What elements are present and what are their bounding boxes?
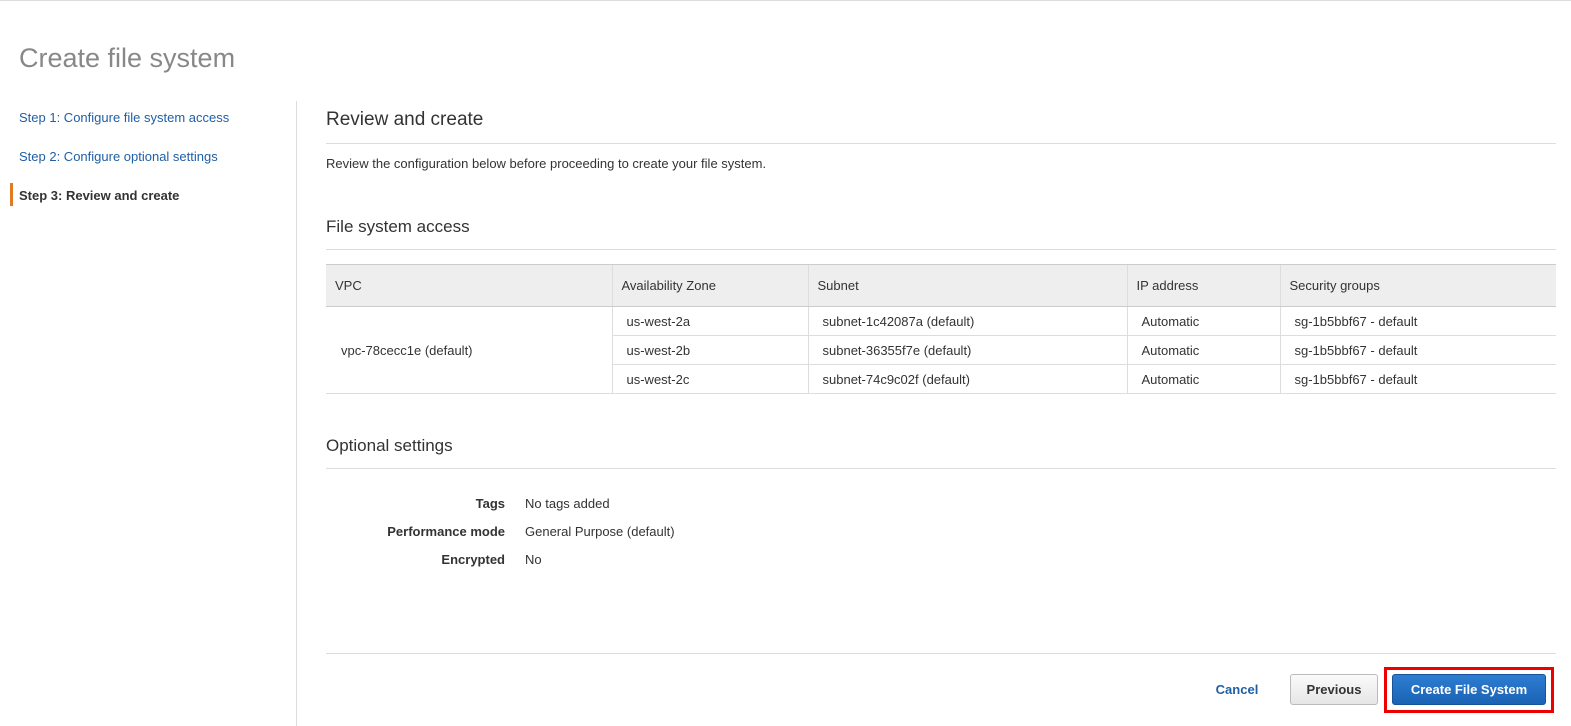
create-file-system-button[interactable]: Create File System	[1392, 674, 1546, 705]
section-heading: Review and create	[326, 109, 484, 130]
step-1-link[interactable]: Step 1: Configure file system access	[19, 110, 229, 125]
table-row: vpc-78cecc1e (default) us-west-2a subnet…	[326, 306, 1556, 394]
step-2-link[interactable]: Step 2: Configure optional settings	[19, 149, 218, 164]
az-cell: us-west-2c	[611, 364, 808, 394]
ip-cell: Automatic	[1126, 364, 1280, 394]
col-vpc: VPC	[326, 264, 612, 307]
setting-tags: Tags No tags added	[326, 496, 610, 511]
subnet-cell: subnet-36355f7e (default)	[807, 335, 1127, 365]
setting-value: No	[525, 552, 542, 567]
footer-divider	[326, 653, 1556, 654]
access-table: VPC Availability Zone Subnet IP address …	[326, 264, 1556, 394]
divider	[326, 468, 1556, 469]
divider	[326, 143, 1556, 144]
subnet-cell: subnet-74c9c02f (default)	[807, 364, 1127, 394]
setting-value: No tags added	[525, 496, 610, 511]
setting-label: Encrypted	[441, 552, 505, 567]
access-heading: File system access	[326, 217, 470, 236]
vpc-cell: vpc-78cecc1e (default)	[326, 306, 612, 394]
ip-cell: Automatic	[1126, 306, 1280, 336]
col-sg: Security groups	[1279, 264, 1556, 307]
step-3-current: Step 3: Review and create	[19, 188, 180, 203]
subnet-cell: subnet-1c42087a (default)	[807, 306, 1127, 336]
az-cell: us-west-2b	[611, 335, 808, 365]
page-title: Create file system	[19, 43, 236, 73]
setting-label: Performance mode	[387, 524, 505, 539]
setting-encrypted: Encrypted No	[326, 552, 542, 567]
setting-value: General Purpose (default)	[525, 524, 675, 539]
setting-performance-mode: Performance mode General Purpose (default…	[326, 524, 675, 539]
description: Review the configuration below before pr…	[326, 156, 767, 171]
setting-label: Tags	[475, 496, 505, 511]
col-ip: IP address	[1126, 264, 1280, 307]
sg-cell: sg-1b5bbf67 - default	[1279, 335, 1556, 365]
ip-cell: Automatic	[1126, 335, 1280, 365]
active-step-indicator	[10, 183, 13, 206]
divider	[326, 249, 1556, 250]
col-az: Availability Zone	[611, 264, 808, 307]
az-cell: us-west-2a	[611, 306, 808, 336]
optional-heading: Optional settings	[326, 436, 453, 455]
sidebar-divider	[296, 101, 297, 726]
cancel-button[interactable]: Cancel	[1200, 674, 1274, 705]
sg-cell: sg-1b5bbf67 - default	[1279, 306, 1556, 336]
col-subnet: Subnet	[807, 264, 1127, 307]
sg-cell: sg-1b5bbf67 - default	[1279, 364, 1556, 394]
previous-button[interactable]: Previous	[1290, 674, 1378, 705]
